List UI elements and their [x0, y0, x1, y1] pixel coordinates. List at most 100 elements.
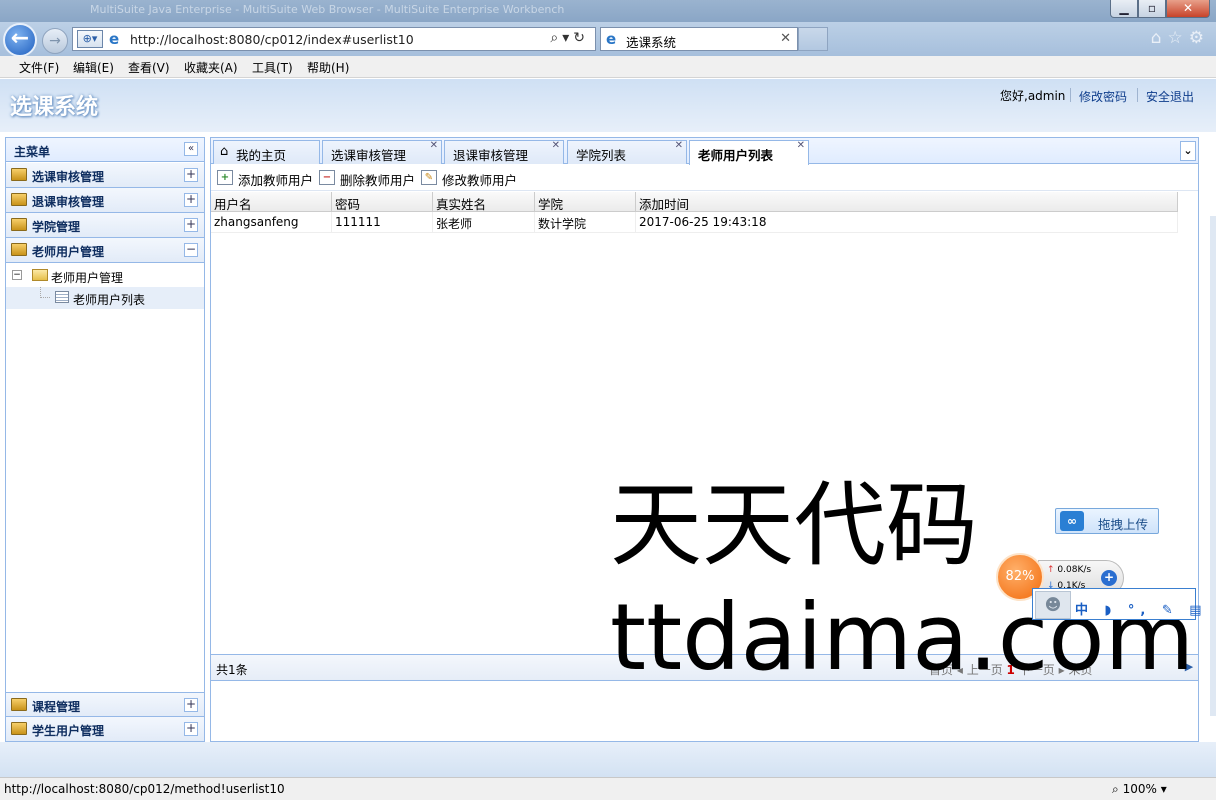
app-title: 选课系统 — [10, 95, 99, 120]
maximize-button[interactable]: ▫ — [1138, 0, 1166, 18]
delete-teacher-button[interactable]: − 删除教师用户 — [319, 169, 419, 188]
tree-item-teacher-user-list[interactable]: 老师用户列表 — [6, 287, 204, 309]
table-row[interactable]: zhangsanfeng 111111 张老师 数计学院 2017-06-25 … — [211, 192, 1178, 234]
sidebar-section-student-users[interactable]: 学生用户管理 + — [6, 717, 204, 742]
sidebar-section-course-selection-review[interactable]: 选课审核管理 + — [6, 163, 204, 188]
tab-college-list[interactable]: 学院列表 ✕ — [567, 140, 687, 164]
close-tab-icon[interactable]: ✕ — [430, 140, 438, 151]
user-greeting: 您好,admin — [1000, 89, 1066, 103]
add-teacher-button[interactable]: + 添加教师用户 — [217, 169, 317, 188]
ie-page-icon: e — [109, 30, 120, 48]
minimize-button[interactable]: ▁ — [1110, 0, 1138, 18]
menu-edit[interactable]: 编辑(E) — [73, 59, 114, 76]
close-tab-icon[interactable]: ✕ — [780, 31, 791, 46]
status-url: http://localhost:8080/cp012/method!userl… — [4, 782, 285, 796]
total-count: 共1条 — [216, 663, 248, 677]
gear-icon[interactable]: ⚙ — [1189, 28, 1210, 48]
grid-toolbar: + 添加教师用户 − 删除教师用户 ✎ 修改教师用户 — [211, 165, 1198, 191]
menu-help[interactable]: 帮助(H) — [307, 59, 349, 76]
collapse-icon[interactable]: − — [184, 243, 198, 257]
tree-toggle-icon[interactable]: − — [12, 270, 22, 280]
address-bar[interactable]: ⊕▾ e http://localhost:8080/cp012/index#u… — [72, 27, 596, 51]
header-divider — [1137, 88, 1138, 102]
tab-label: 选课审核管理 — [331, 148, 407, 163]
close-tab-icon[interactable]: ✕ — [552, 140, 560, 151]
expand-icon[interactable]: + — [184, 218, 198, 232]
browser-tab-title: 选课系统 — [626, 35, 677, 50]
tree-connector — [40, 287, 50, 298]
cell-college: 数计学院 — [535, 212, 636, 233]
browser-toolbar-icons: ⌂☆⚙ — [1151, 28, 1210, 48]
browser-menu-bar: 文件(F) 编辑(E) 查看(V) 收藏夹(A) 工具(T) 帮助(H) — [0, 56, 1216, 78]
expand-icon[interactable]: + — [184, 698, 198, 712]
change-password-link[interactable]: 修改密码 — [1079, 88, 1127, 105]
home-icon[interactable]: ⌂ — [1151, 28, 1168, 48]
folder-icon — [11, 243, 27, 256]
tab-label: 退课审核管理 — [453, 148, 529, 163]
accelerate-plus-icon[interactable]: + — [1101, 570, 1117, 586]
sidebar-section-course[interactable]: 课程管理 + — [6, 692, 204, 717]
forward-arrow-icon: → — [49, 33, 61, 49]
back-button[interactable]: ← — [3, 23, 37, 57]
tree-folder-teacher-users[interactable]: − 老师用户管理 — [6, 265, 204, 287]
tree-folder-label: 老师用户管理 — [51, 271, 124, 285]
zoom-magnifier-icon: ⌕ — [1112, 782, 1119, 796]
tab-label: 学院列表 — [576, 148, 627, 163]
sidebar-section-course-drop-review[interactable]: 退课审核管理 + — [6, 188, 204, 213]
list-page-icon — [55, 291, 69, 303]
address-url[interactable]: http://localhost:8080/cp012/index#userli… — [130, 32, 414, 47]
forward-button[interactable]: → — [42, 28, 68, 54]
folder-icon — [11, 218, 27, 231]
edit-pencil-icon: ✎ — [421, 170, 437, 185]
window-controls: ▁ ▫ ✕ — [1110, 0, 1210, 18]
cell-password: 111111 — [332, 212, 433, 233]
upload-speed: ↑ 0.08K/s — [1047, 565, 1091, 575]
close-button[interactable]: ✕ — [1166, 0, 1210, 18]
expand-icon[interactable]: + — [184, 193, 198, 207]
teacher-user-grid: 用户名 密码 真实姓名 学院 添加时间 zhangsanfeng 111111 … — [211, 192, 1178, 236]
edit-teacher-button[interactable]: ✎ 修改教师用户 — [421, 169, 521, 188]
close-tab-icon[interactable]: ✕ — [675, 140, 683, 151]
sidebar-section-teacher-users[interactable]: 老师用户管理 − — [6, 238, 204, 263]
menu-file[interactable]: 文件(F) — [19, 59, 59, 76]
tab-home[interactable]: ⌂ 我的主页 — [213, 140, 320, 164]
favorites-star-icon[interactable]: ☆ — [1168, 28, 1189, 48]
add-teacher-label: 添加教师用户 — [238, 173, 314, 188]
upload-speed-value: 0.08K/s — [1057, 565, 1092, 575]
new-tab-button[interactable] — [798, 27, 828, 51]
collapse-sidebar-icon[interactable]: « — [184, 142, 198, 156]
menu-view[interactable]: 查看(V) — [128, 59, 170, 76]
sidebar-section-label: 退课审核管理 — [32, 195, 105, 209]
home-icon: ⌂ — [220, 144, 229, 159]
sidebar-section-label: 老师用户管理 — [32, 245, 105, 259]
sidebar-section-college[interactable]: 学院管理 + — [6, 213, 204, 238]
menu-tools[interactable]: 工具(T) — [252, 59, 293, 76]
tab-course-drop-review[interactable]: 退课审核管理 ✕ — [444, 140, 564, 164]
tab-course-selection-review[interactable]: 选课审核管理 ✕ — [322, 140, 442, 164]
browser-status-bar: http://localhost:8080/cp012/method!userl… — [0, 777, 1216, 800]
add-icon: + — [217, 170, 233, 185]
app-footer-band — [0, 742, 1216, 777]
tabs-dropdown-icon[interactable]: ⌄ — [1180, 141, 1196, 161]
browser-tab[interactable]: e 选课系统 ✕ — [600, 27, 798, 51]
sidebar-title: 主菜单 — [14, 145, 51, 159]
zoom-level[interactable]: ⌕ 100% ▾ — [1112, 782, 1167, 797]
ime-buttons[interactable]: 中 ◗ °, ✎ ▤ ☺ — [1075, 599, 1216, 618]
folder-icon — [11, 193, 27, 206]
sidebar-main-menu: 主菜单 « 选课审核管理 + 退课审核管理 + 学院管理 + 老师用户管理 − … — [5, 137, 205, 742]
menu-favorites[interactable]: 收藏夹(A) — [184, 59, 238, 76]
zoom-value: 100% — [1122, 782, 1157, 796]
tab-teacher-user-list[interactable]: 老师用户列表 ✕ — [689, 140, 809, 165]
site-shield-icon[interactable]: ⊕▾ — [77, 30, 103, 48]
search-refresh-icons[interactable]: ⌕▾↻ — [550, 30, 589, 46]
sidebar-header: 主菜单 « — [6, 138, 204, 162]
logout-link[interactable]: 安全退出 — [1146, 88, 1194, 105]
tab-label: 我的主页 — [236, 148, 287, 163]
close-tab-icon[interactable]: ✕ — [797, 140, 805, 151]
desktop-edge-scrollbar — [1210, 216, 1216, 716]
expand-icon[interactable]: + — [184, 722, 198, 736]
qq-avatar-icon[interactable]: ☻ — [1035, 591, 1071, 619]
content-tabs: ⌂ 我的主页 选课审核管理 ✕ 退课审核管理 ✕ 学院列表 ✕ 老师用户列表 ✕… — [211, 138, 1198, 165]
expand-icon[interactable]: + — [184, 168, 198, 182]
delete-teacher-label: 删除教师用户 — [340, 173, 416, 188]
